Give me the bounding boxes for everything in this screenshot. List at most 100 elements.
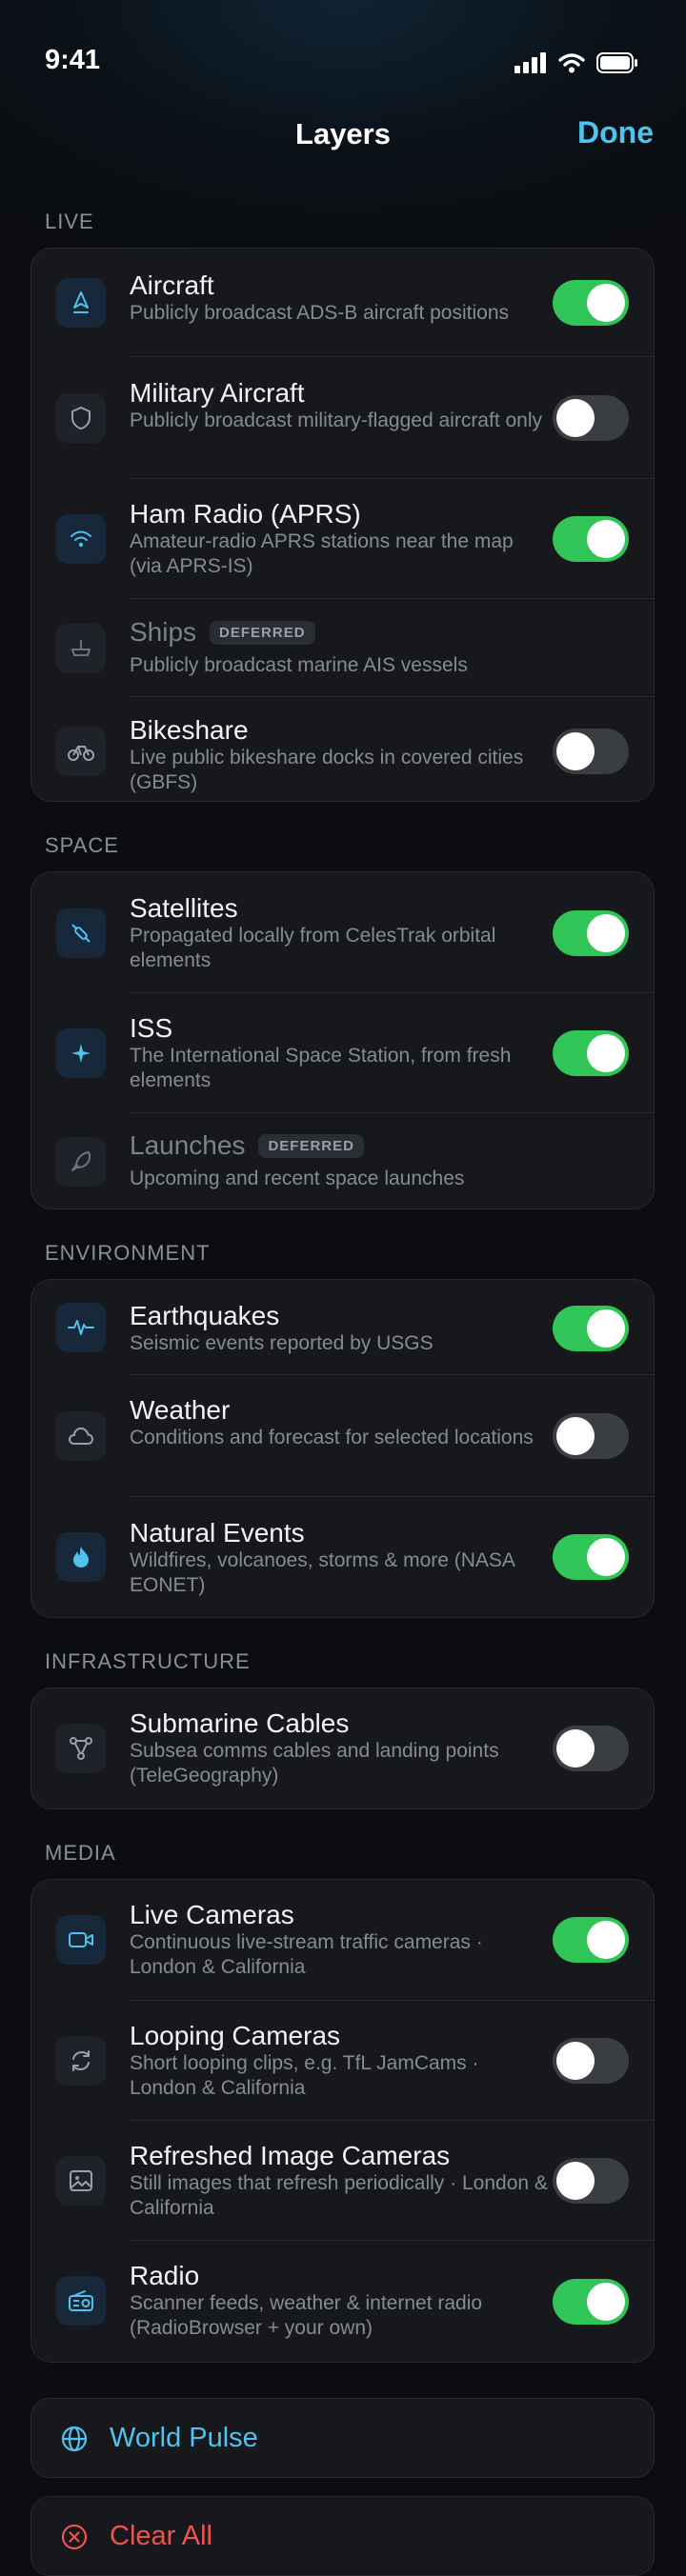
rocket-icon bbox=[56, 1137, 106, 1187]
layer-title: Submarine Cables bbox=[130, 1708, 350, 1738]
live-layers-card: Aircraft Publicly broadcast ADS-B aircra… bbox=[30, 248, 655, 802]
layer-row-ships: Ships DEFERRED Publicly broadcast marine… bbox=[31, 599, 654, 697]
layer-subtitle: Amateur-radio APRS stations near the map… bbox=[130, 530, 514, 577]
layer-subtitle: Upcoming and recent space launches bbox=[130, 1168, 465, 1189]
clear-all-button[interactable]: Clear All bbox=[30, 2496, 655, 2576]
military-aircraft-toggle[interactable] bbox=[553, 395, 629, 441]
layer-subtitle: Publicly broadcast marine AIS vessels bbox=[130, 654, 468, 676]
launches-title-text: Launches bbox=[130, 1130, 246, 1160]
section-header-media: MEDIA bbox=[45, 1841, 116, 1865]
media-layers-card: Live Cameras Continuous live-stream traf… bbox=[30, 1879, 655, 2363]
looping-cameras-toggle[interactable] bbox=[553, 2038, 629, 2084]
layer-subtitle: Live public bikeshare docks in covered c… bbox=[130, 747, 524, 793]
seismic-wave-icon bbox=[56, 1303, 106, 1352]
layer-title: Natural Events bbox=[130, 1518, 305, 1548]
layer-subtitle: Wildfires, volcanoes, storms & more (NAS… bbox=[130, 1549, 514, 1596]
globe-icon bbox=[60, 2425, 89, 2458]
layer-title: Military Aircraft bbox=[130, 378, 305, 408]
layer-subtitle: Seismic events reported by USGS bbox=[130, 1332, 434, 1354]
layer-title: Launches DEFERRED bbox=[130, 1130, 364, 1161]
layer-row-satellites[interactable]: Satellites Propagated locally from Celes… bbox=[31, 872, 654, 993]
satellites-toggle[interactable] bbox=[553, 910, 629, 956]
sparkle-icon bbox=[56, 1028, 106, 1078]
layer-title: Refreshed Image Cameras bbox=[130, 2141, 451, 2170]
aircraft-toggle[interactable] bbox=[553, 280, 629, 326]
cellular-signal-icon bbox=[514, 52, 547, 78]
network-icon bbox=[56, 1724, 106, 1773]
clear-all-label: Clear All bbox=[110, 2521, 212, 2551]
submarine-cables-toggle[interactable] bbox=[553, 1726, 629, 1771]
radio-toggle[interactable] bbox=[553, 2279, 629, 2325]
close-circle-icon bbox=[60, 2523, 89, 2556]
layer-subtitle: Propagated locally from CelesTrak orbita… bbox=[130, 925, 496, 971]
space-layers-card: Satellites Propagated locally from Celes… bbox=[30, 871, 655, 1209]
layer-row-aircraft[interactable]: Aircraft Publicly broadcast ADS-B aircra… bbox=[31, 249, 654, 357]
layer-row-earthquakes[interactable]: Earthquakes Seismic events reported by U… bbox=[31, 1280, 654, 1375]
bikeshare-toggle[interactable] bbox=[553, 729, 629, 774]
plane-icon bbox=[56, 278, 106, 328]
ships-title-text: Ships bbox=[130, 617, 197, 647]
bicycle-icon bbox=[56, 727, 106, 776]
layer-row-submarine-cables[interactable]: Submarine Cables Subsea comms cables and… bbox=[31, 1688, 654, 1808]
shield-icon bbox=[56, 393, 106, 443]
iss-toggle[interactable] bbox=[553, 1030, 629, 1076]
layer-row-bikeshare[interactable]: Bikeshare Live public bikeshare docks in… bbox=[31, 697, 654, 801]
layer-title: ISS bbox=[130, 1013, 173, 1043]
layer-row-radio[interactable]: Radio Scanner feeds, weather & internet … bbox=[31, 2241, 654, 2362]
refreshed-image-cameras-toggle[interactable] bbox=[553, 2158, 629, 2204]
status-time: 9:41 bbox=[45, 45, 101, 75]
layer-subtitle: Publicly broadcast ADS-B aircraft positi… bbox=[130, 302, 510, 324]
layer-row-ham-radio[interactable]: Ham Radio (APRS) Amateur-radio APRS stat… bbox=[31, 479, 654, 599]
layer-subtitle: Continuous live-stream traffic cameras ·… bbox=[130, 1931, 483, 1978]
earthquakes-toggle[interactable] bbox=[553, 1306, 629, 1351]
layer-title: Weather bbox=[130, 1395, 231, 1425]
cloud-icon bbox=[56, 1411, 106, 1461]
wifi-icon bbox=[56, 514, 106, 564]
layer-row-military-aircraft[interactable]: Military Aircraft Publicly broadcast mil… bbox=[31, 357, 654, 479]
layer-row-refreshed-image-cameras[interactable]: Refreshed Image Cameras Still images tha… bbox=[31, 2121, 654, 2241]
battery-icon bbox=[596, 52, 638, 78]
layer-row-looping-cameras[interactable]: Looping Cameras Short looping clips, e.g… bbox=[31, 2001, 654, 2121]
live-cameras-toggle[interactable] bbox=[553, 1917, 629, 1963]
deferred-badge: DEFERRED bbox=[258, 1133, 364, 1158]
world-pulse-label: World Pulse bbox=[110, 2423, 258, 2453]
section-header-environment: ENVIRONMENT bbox=[45, 1241, 211, 1265]
layer-subtitle: Conditions and forecast for selected loc… bbox=[130, 1427, 534, 1448]
natural-events-toggle[interactable] bbox=[553, 1534, 629, 1580]
section-header-infrastructure: INFRASTRUCTURE bbox=[45, 1649, 251, 1673]
layer-subtitle: The International Space Station, from fr… bbox=[130, 1045, 512, 1091]
layer-title: Earthquakes bbox=[130, 1301, 280, 1330]
status-icons bbox=[514, 52, 638, 78]
deferred-badge: DEFERRED bbox=[210, 620, 315, 645]
weather-toggle[interactable] bbox=[553, 1413, 629, 1459]
layer-title: Live Cameras bbox=[130, 1900, 294, 1929]
infrastructure-layers-card: Submarine Cables Subsea comms cables and… bbox=[30, 1687, 655, 1809]
ham-radio-toggle[interactable] bbox=[553, 516, 629, 562]
video-camera-icon bbox=[56, 1915, 106, 1965]
layer-row-weather[interactable]: Weather Conditions and forecast for sele… bbox=[31, 1375, 654, 1497]
ship-icon bbox=[56, 624, 106, 673]
layer-row-live-cameras[interactable]: Live Cameras Continuous live-stream traf… bbox=[31, 1880, 654, 2001]
layer-title: Aircraft bbox=[130, 270, 214, 300]
wifi-status-icon bbox=[558, 52, 585, 78]
layer-title: Satellites bbox=[130, 893, 238, 923]
layer-subtitle: Subsea comms cables and landing points (… bbox=[130, 1740, 499, 1787]
satellite-icon bbox=[56, 909, 106, 958]
section-header-live: LIVE bbox=[45, 210, 94, 233]
layer-subtitle: Still images that refresh periodically ·… bbox=[130, 2172, 548, 2219]
layer-subtitle: Publicly broadcast military-flagged airc… bbox=[130, 409, 543, 431]
done-button[interactable]: Done bbox=[577, 115, 654, 150]
radio-icon bbox=[56, 2276, 106, 2326]
layer-subtitle: Scanner feeds, weather & internet radio … bbox=[130, 2292, 483, 2339]
layer-subtitle: Short looping clips, e.g. TfL JamCams · … bbox=[130, 2052, 479, 2099]
image-icon bbox=[56, 2156, 106, 2206]
navigation-bar: Layers Done bbox=[0, 110, 686, 157]
status-bar: 9:41 bbox=[0, 0, 686, 86]
layer-row-natural-events[interactable]: Natural Events Wildfires, volcanoes, sto… bbox=[31, 1497, 654, 1617]
layer-title: Ham Radio (APRS) bbox=[130, 499, 361, 529]
world-pulse-button[interactable]: World Pulse bbox=[30, 2398, 655, 2478]
layer-title: Radio bbox=[130, 2261, 200, 2290]
layer-row-iss[interactable]: ISS The International Space Station, fro… bbox=[31, 993, 654, 1113]
section-header-space: SPACE bbox=[45, 833, 119, 857]
layer-title: Ships DEFERRED bbox=[130, 617, 315, 648]
